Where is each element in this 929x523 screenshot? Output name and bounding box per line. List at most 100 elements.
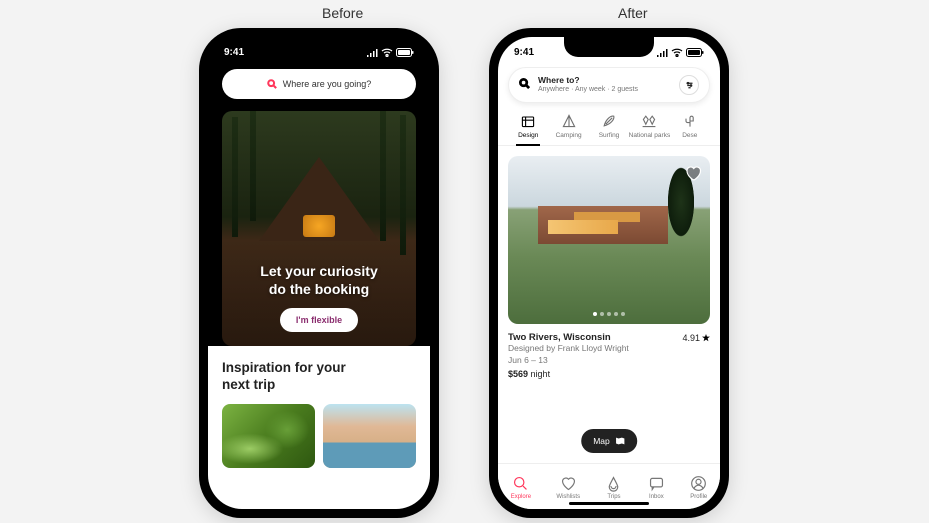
inspiration-cards [222,404,416,468]
phone-after: 9:41 Where to? Anywhere · Any week · 2 g… [489,28,729,518]
status-time: 9:41 [514,47,534,58]
screen-after: 9:41 Where to? Anywhere · Any week · 2 g… [498,37,720,509]
tab-label: Inbox [649,494,664,500]
category-tabs: Design Camping Surfing National parks De… [498,111,720,146]
inspiration-line1: Inspiration for your [222,360,416,377]
inspiration-line2: next trip [222,377,416,394]
page-dot[interactable] [614,312,618,316]
tree-decoration [232,117,238,237]
listing-image[interactable] [508,156,710,324]
search-title: Where to? [538,76,671,85]
tree-decoration [400,115,406,255]
flexible-button[interactable]: I'm flexible [280,308,358,332]
listing-card[interactable]: Two Rivers, Wisconsin 4.91 Designed by F… [498,146,720,457]
hero-card[interactable]: Let your curiosity do the booking I'm fl… [222,111,416,346]
tab-inbox[interactable]: Inbox [648,475,665,500]
category-label: Camping [556,132,582,139]
search-bar[interactable]: Where to? Anywhere · Any week · 2 guests [508,67,710,103]
tab-label: Explore [511,494,531,500]
page-dot[interactable] [621,312,625,316]
hero-line1: Let your curiosity [260,263,377,281]
status-time: 9:41 [224,47,244,58]
home-indicator[interactable] [279,502,359,505]
listing-rating: 4.91 [682,333,710,343]
category-desert[interactable]: Dese [670,111,710,145]
category-label: Surfing [599,132,620,139]
inspiration-card[interactable] [323,404,416,468]
rating-value: 4.91 [682,333,700,343]
listing-location: Two Rivers, Wisconsin [508,332,611,343]
signal-icon [366,48,378,57]
status-icons [366,48,414,57]
tab-explore[interactable]: Explore [511,475,531,500]
profile-icon [690,475,707,492]
inspiration-heading: Inspiration for your next trip [222,360,416,394]
search-placeholder: Where are you going? [283,79,372,89]
notch [274,37,364,57]
search-pill[interactable]: Where are you going? [222,69,416,99]
airbnb-icon [605,475,622,492]
desert-icon [682,113,698,129]
battery-icon [686,48,704,57]
home-indicator[interactable] [569,502,649,505]
wishlist-heart[interactable] [684,164,702,182]
search-icon [519,76,530,94]
page-dot[interactable] [607,312,611,316]
filter-icon [685,81,694,90]
tree-decoration [250,111,256,221]
wifi-icon [671,48,683,57]
tab-label: Wishlists [556,494,580,500]
after-label: After [618,5,648,21]
park-icon [641,113,657,129]
battery-icon [396,48,414,57]
listing-price: $569 night [508,369,710,379]
heart-icon [560,475,577,492]
listing-designer: Designed by Frank Lloyd Wright [508,343,710,355]
category-design[interactable]: Design [508,111,548,145]
listing-dates: Jun 6 – 13 [508,355,710,367]
tab-trips[interactable]: Trips [605,475,622,500]
design-icon [520,113,536,129]
search-subtitle: Anywhere · Any week · 2 guests [538,86,671,94]
before-label: Before [322,5,363,21]
camping-icon [561,113,577,129]
map-label: Map [593,436,610,446]
category-label: Design [518,132,538,139]
star-icon [702,334,710,342]
tab-wishlists[interactable]: Wishlists [556,475,580,500]
hero-line2: do the booking [260,281,377,299]
tab-label: Trips [607,494,620,500]
category-national-parks[interactable]: National parks [629,111,669,145]
tab-label: Profile [690,494,707,500]
search-icon [512,475,529,492]
category-camping[interactable]: Camping [548,111,588,145]
map-button[interactable]: Map [581,429,637,453]
phone-before: 9:41 Where are you going? Let your curio… [199,28,439,518]
category-surfing[interactable]: Surfing [589,111,629,145]
search-icon [267,79,277,89]
tab-profile[interactable]: Profile [690,475,707,500]
chat-icon [648,475,665,492]
signal-icon [656,48,668,57]
filter-button[interactable] [679,75,699,95]
category-label: Dese [682,132,697,139]
image-pagination [508,312,710,316]
page-dot[interactable] [600,312,604,316]
hero-content: Let your curiosity do the booking I'm fl… [222,236,416,346]
map-icon [615,436,625,446]
wifi-icon [381,48,393,57]
status-icons [656,48,704,57]
price-amount: $569 [508,369,528,379]
search-text: Where to? Anywhere · Any week · 2 guests [538,76,671,93]
cabin-illustration [259,135,379,241]
category-label: National parks [629,132,671,139]
hero-headline: Let your curiosity do the booking [260,263,377,298]
image-house [538,206,668,244]
notch [564,37,654,57]
page-dot[interactable] [593,312,597,316]
tree-decoration [380,111,386,241]
inspiration-card[interactable] [222,404,315,468]
price-unit: night [531,369,551,379]
screen-before: 9:41 Where are you going? Let your curio… [208,37,430,509]
listing-header-row: Two Rivers, Wisconsin 4.91 [508,332,710,343]
